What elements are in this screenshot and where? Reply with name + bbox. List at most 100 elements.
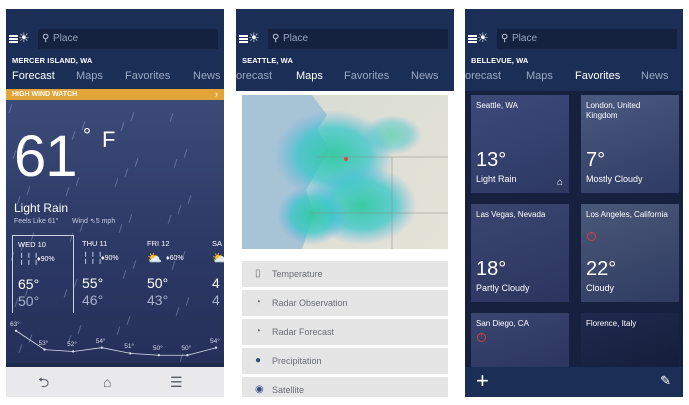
forecast-day-label: SA bbox=[212, 239, 223, 248]
tab-forecast[interactable]: orecast bbox=[236, 69, 272, 83]
edit-icon[interactable]: ✎ bbox=[660, 373, 671, 389]
tile-location: Seattle, WA bbox=[476, 101, 518, 110]
hamburger-menu-icon[interactable] bbox=[9, 35, 18, 43]
favorites-screen: ☀ ⚲ Place BELLEVUE, WA orecast Maps Favo… bbox=[465, 9, 683, 397]
tab-maps[interactable]: Maps bbox=[76, 69, 103, 83]
layer-label: Radar Observation bbox=[272, 298, 348, 308]
hamburger-menu-icon[interactable] bbox=[239, 35, 248, 43]
wind-speed: Wind ⇖5 mph bbox=[72, 218, 116, 225]
layer-precipitation[interactable]: ● Precipitation bbox=[242, 348, 448, 374]
tab-news[interactable]: News bbox=[411, 69, 439, 83]
radar-map-svg bbox=[242, 95, 448, 249]
back-icon[interactable]: ⮌ bbox=[38, 373, 49, 391]
precip-chance: ♦90% bbox=[37, 256, 55, 263]
forecast-low: 50° bbox=[18, 293, 40, 309]
rain-streak bbox=[124, 168, 129, 177]
rain-streak bbox=[120, 122, 125, 131]
forecast-day-wed[interactable]: WED 10 ╎╎╎ ♦90% 65° 50° bbox=[12, 235, 74, 313]
forecast-low: 46° bbox=[82, 292, 104, 308]
search-box[interactable]: ⚲ Place bbox=[38, 29, 218, 49]
tile-location: Las Vegas, Nevada bbox=[476, 210, 546, 219]
hourly-graph-point bbox=[100, 346, 103, 349]
chevron-right-icon: › bbox=[215, 89, 218, 99]
search-icon: ⚲ bbox=[501, 33, 509, 44]
tile-condition: Mostly Cloudy bbox=[586, 174, 643, 184]
rain-band bbox=[277, 185, 347, 245]
location-pin-icon[interactable] bbox=[344, 157, 348, 161]
forecast-day-sat[interactable]: SA ⛅ 4 4 bbox=[207, 235, 224, 313]
rain-streak bbox=[134, 158, 139, 167]
forecast-high: 50° bbox=[147, 275, 169, 291]
search-input[interactable]: Place bbox=[283, 33, 308, 45]
forecast-day-label: WED 10 bbox=[18, 240, 46, 249]
hourly-graph-point bbox=[214, 346, 218, 349]
tab-forecast[interactable]: orecast bbox=[465, 69, 501, 83]
forecast-day-fri[interactable]: FRI 12 ⛅ ♦60% 50° 43° bbox=[142, 235, 204, 313]
hourly-graph-point bbox=[71, 350, 75, 353]
search-icon: ⚲ bbox=[42, 33, 50, 44]
favorite-tile-san-diego[interactable]: San Diego, CA ! bbox=[471, 313, 569, 367]
search-box[interactable]: ⚲ Place bbox=[497, 29, 677, 49]
hourly-graph-label: 51° bbox=[124, 343, 135, 351]
search-box[interactable]: ⚲ Place bbox=[268, 29, 448, 49]
rain-streak bbox=[177, 205, 182, 214]
radar-icon: ◔ bbox=[255, 297, 262, 308]
tab-favorites[interactable]: Favorites bbox=[575, 69, 620, 83]
tab-maps[interactable]: Maps bbox=[526, 69, 553, 83]
favorite-tile-las-vegas[interactable]: Las Vegas, Nevada 18° Partly Cloudy bbox=[471, 204, 569, 302]
tile-temperature: 7° bbox=[586, 149, 606, 171]
tab-favorites[interactable]: Favorites bbox=[125, 69, 170, 83]
home-icon[interactable]: ⌂ bbox=[103, 373, 111, 391]
hourly-graph-label: 53° bbox=[38, 339, 49, 347]
favorite-tile-los-angeles[interactable]: Los Angeles, California ! 22° Cloudy bbox=[581, 204, 679, 302]
forecast-low: 43° bbox=[147, 292, 169, 308]
search-input[interactable]: Place bbox=[53, 33, 78, 45]
hourly-graph-label: 63° bbox=[10, 320, 20, 328]
rain-streak bbox=[169, 113, 174, 122]
tile-location: Florence, Italy bbox=[586, 319, 637, 328]
favorite-tile-london[interactable]: London, United Kingdom 7° Mostly Cloudy bbox=[581, 95, 679, 193]
tab-favorites[interactable]: Favorites bbox=[344, 69, 389, 83]
forecast-day-thu[interactable]: THU 11 ╎╎╎ ♦90% 55° 46° bbox=[77, 235, 139, 313]
layer-temperature[interactable]: ▯ Temperature bbox=[242, 261, 448, 287]
search-icon: ⚲ bbox=[272, 33, 280, 44]
forecast-screen: ☀ ⚲ Place MERCER ISLAND, WA Forecast Map… bbox=[6, 9, 224, 397]
current-temperature: 61 bbox=[14, 124, 78, 189]
rain-streak bbox=[8, 104, 13, 113]
rain-streak bbox=[187, 195, 192, 204]
menu-icon[interactable]: ☰ bbox=[170, 373, 183, 391]
tab-news[interactable]: News bbox=[193, 69, 221, 83]
tab-maps[interactable]: Maps bbox=[296, 69, 323, 83]
rain-streak bbox=[173, 159, 178, 168]
add-icon[interactable]: + bbox=[476, 370, 489, 392]
favorite-tile-florence[interactable]: Florence, Italy bbox=[581, 313, 679, 367]
hamburger-menu-icon[interactable] bbox=[468, 35, 477, 43]
favorite-tile-seattle[interactable]: Seattle, WA 13° Light Rain ⌂ bbox=[471, 95, 569, 193]
layer-satellite[interactable]: ◉ Satellite bbox=[242, 377, 448, 397]
tab-news[interactable]: News bbox=[641, 69, 669, 83]
sun-icon: ☀ bbox=[248, 30, 260, 45]
tile-location: San Diego, CA bbox=[476, 319, 529, 328]
alert-icon: ! bbox=[587, 232, 596, 241]
tab-bar: Forecast Maps Favorites News bbox=[6, 69, 224, 87]
layer-radar-forecast[interactable]: ◔ Radar Forecast bbox=[242, 319, 448, 345]
thermometer-icon: ▯ bbox=[255, 268, 261, 279]
forecast-low: 4 bbox=[212, 292, 220, 308]
partly-cloudy-icon: ⛅ bbox=[212, 251, 224, 265]
temperature-unit[interactable]: F bbox=[102, 128, 115, 152]
tile-location: London, United Kingdom bbox=[586, 101, 641, 120]
favorites-app-bar: + ✎ bbox=[465, 367, 683, 397]
forecast-day-label: FRI 12 bbox=[147, 239, 170, 248]
radar-map[interactable] bbox=[242, 95, 448, 249]
forecast-high: 55° bbox=[82, 275, 104, 291]
layer-radar-observation[interactable]: ◔ Radar Observation bbox=[242, 290, 448, 316]
high-wind-alert-banner[interactable]: HIGH WIND WATCH › bbox=[6, 89, 224, 100]
search-input[interactable]: Place bbox=[512, 33, 537, 45]
precip-chance: ♦60% bbox=[166, 255, 184, 262]
radar-icon: ◔ bbox=[255, 326, 262, 337]
rain-streak bbox=[114, 178, 119, 187]
tab-forecast[interactable]: Forecast bbox=[12, 69, 55, 83]
hourly-graph-point bbox=[186, 354, 189, 357]
tile-temperature: 18° bbox=[476, 258, 507, 280]
sun-icon: ☀ bbox=[18, 30, 30, 45]
